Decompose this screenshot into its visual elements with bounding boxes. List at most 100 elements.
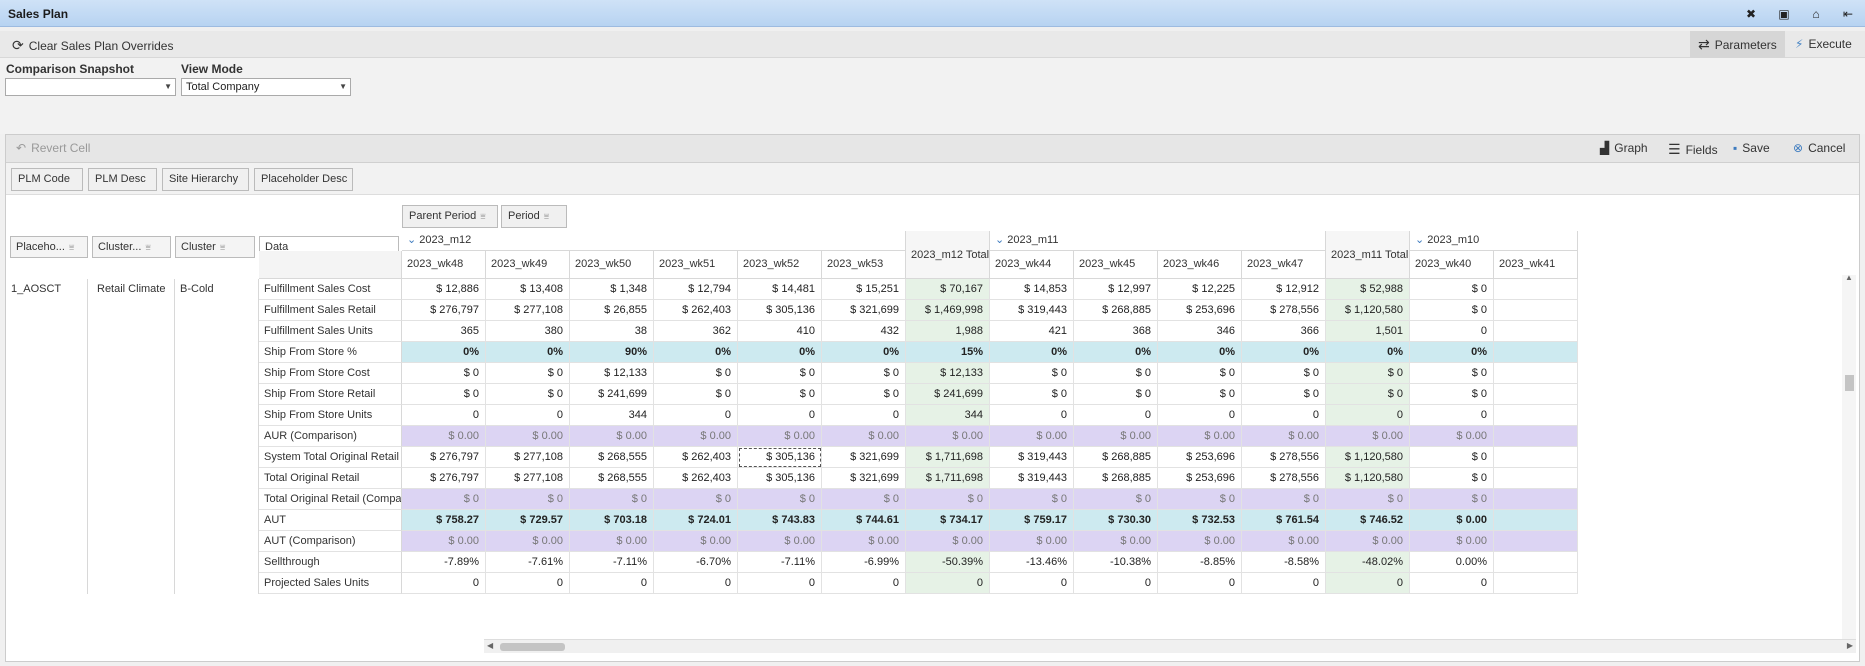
collapse-icon[interactable]: ⌄ (1415, 234, 1427, 246)
data-cell[interactable]: $ 0 (1158, 384, 1242, 405)
collapse-icon[interactable]: ⌄ (995, 234, 1007, 246)
data-cell[interactable]: $ 734.17 (906, 510, 990, 531)
data-cell[interactable]: $ 241,699 (570, 384, 654, 405)
data-cell[interactable]: $ 0.00 (654, 531, 738, 552)
data-cell[interactable]: $ 262,403 (654, 447, 738, 468)
horizontal-scrollbar[interactable]: ◀ ▶ (484, 639, 1856, 653)
data-cell[interactable]: -48.02% (1326, 552, 1410, 573)
data-cell[interactable]: $ 1,120,580 (1326, 447, 1410, 468)
data-cell[interactable]: $ 0 (486, 363, 570, 384)
data-cell[interactable]: -7.61% (486, 552, 570, 573)
data-cell[interactable]: 0 (402, 405, 486, 426)
data-cell[interactable]: $ 0.00 (654, 426, 738, 447)
data-cell[interactable]: $ 1,711,698 (906, 447, 990, 468)
data-cell[interactable]: $ 0.00 (1410, 510, 1494, 531)
data-cell[interactable]: $ 0 (906, 489, 990, 510)
data-cell[interactable]: $ 277,108 (486, 468, 570, 489)
data-cell[interactable]: 0% (990, 342, 1074, 363)
data-cell[interactable]: 346 (1158, 321, 1242, 342)
column-header-total[interactable]: 2023_m11 Total (1326, 231, 1410, 279)
data-cell[interactable] (1494, 426, 1578, 447)
data-cell[interactable]: $ 0 (1410, 384, 1494, 405)
data-cell[interactable]: 0% (402, 342, 486, 363)
scroll-right-icon[interactable]: ▶ (1847, 641, 1853, 650)
column-header[interactable]: 2023_wk41 (1494, 251, 1578, 279)
data-cell[interactable] (1494, 468, 1578, 489)
data-cell[interactable]: $ 0 (654, 384, 738, 405)
data-cell[interactable]: $ 0 (738, 489, 822, 510)
data-cell[interactable]: -7.89% (402, 552, 486, 573)
scroll-up-icon[interactable]: ▲ (1845, 273, 1853, 282)
column-header[interactable]: 2023_wk46 (1158, 251, 1242, 279)
vertical-scroll-thumb[interactable] (1845, 375, 1854, 391)
data-cell[interactable]: 0% (486, 342, 570, 363)
data-cell[interactable]: 0 (654, 573, 738, 594)
column-header[interactable]: 2023_wk48 (402, 251, 486, 279)
fields-button[interactable]: ☰ Fields (1668, 141, 1718, 158)
data-cell[interactable]: $ 0 (822, 363, 906, 384)
data-cell[interactable]: 0 (1158, 405, 1242, 426)
data-cell[interactable]: $ 0.00 (906, 426, 990, 447)
data-cell[interactable]: 380 (486, 321, 570, 342)
data-cell[interactable]: $ 732.53 (1158, 510, 1242, 531)
data-cell[interactable]: $ 0.00 (402, 531, 486, 552)
data-cell[interactable]: $ 0.00 (486, 531, 570, 552)
data-cell[interactable]: $ 15,251 (822, 279, 906, 300)
column-field-parent-period[interactable]: Parent Period ⩸ (402, 205, 498, 228)
data-cell[interactable] (1494, 510, 1578, 531)
data-cell[interactable]: 0 (906, 573, 990, 594)
data-cell[interactable]: 0.00% (1410, 552, 1494, 573)
data-cell[interactable]: $ 744.61 (822, 510, 906, 531)
data-cell[interactable]: $ 305,136 (738, 447, 822, 468)
data-cell[interactable]: $ 12,912 (1242, 279, 1326, 300)
data-cell[interactable]: 90% (570, 342, 654, 363)
data-cell[interactable] (1494, 552, 1578, 573)
data-cell[interactable] (1494, 363, 1578, 384)
filter-field-placeholder-desc[interactable]: Placeholder Desc (254, 168, 353, 191)
data-cell[interactable] (1494, 300, 1578, 321)
data-cell[interactable]: $ 321,699 (822, 468, 906, 489)
data-cell[interactable]: $ 0 (486, 384, 570, 405)
data-cell[interactable]: $ 0 (1074, 384, 1158, 405)
data-cell[interactable]: $ 743.83 (738, 510, 822, 531)
data-cell[interactable]: $ 0.00 (822, 426, 906, 447)
data-cell[interactable]: 0 (1326, 573, 1410, 594)
data-cell[interactable]: $ 0.00 (1410, 531, 1494, 552)
filter-field-site-hierarchy[interactable]: Site Hierarchy (162, 168, 249, 191)
data-cell[interactable]: -50.39% (906, 552, 990, 573)
execute-button[interactable]: ⚡ Execute (1795, 37, 1852, 51)
data-cell[interactable]: -7.11% (570, 552, 654, 573)
data-cell[interactable]: -7.11% (738, 552, 822, 573)
data-cell[interactable]: $ 0.00 (1158, 531, 1242, 552)
data-cell[interactable]: $ 268,555 (570, 468, 654, 489)
column-header[interactable]: 2023_wk53 (822, 251, 906, 279)
save-button[interactable]: ▪ Save (1733, 141, 1770, 155)
data-cell[interactable]: $ 729.57 (486, 510, 570, 531)
data-cell[interactable]: -8.85% (1158, 552, 1242, 573)
data-cell[interactable]: 0 (990, 405, 1074, 426)
data-cell[interactable]: $ 0.00 (1074, 426, 1158, 447)
pin-icon[interactable]: ⇤ (1839, 5, 1857, 23)
close-icon[interactable]: ✖ (1742, 5, 1760, 23)
data-cell[interactable]: -6.70% (654, 552, 738, 573)
data-cell[interactable]: 0 (1410, 405, 1494, 426)
data-cell[interactable] (1494, 531, 1578, 552)
data-cell[interactable]: $ 278,556 (1242, 447, 1326, 468)
data-cell[interactable]: 0 (486, 405, 570, 426)
data-cell[interactable]: $ 278,556 (1242, 468, 1326, 489)
data-cell[interactable]: 0% (738, 342, 822, 363)
data-cell[interactable]: 432 (822, 321, 906, 342)
data-cell[interactable]: 0 (1326, 405, 1410, 426)
data-cell[interactable]: $ 0.00 (1074, 531, 1158, 552)
data-cell[interactable]: 0 (990, 573, 1074, 594)
horizontal-scroll-thumb[interactable] (500, 643, 565, 651)
data-cell[interactable]: $ 0.00 (570, 531, 654, 552)
data-cell[interactable] (1494, 321, 1578, 342)
data-cell[interactable]: $ 0 (654, 363, 738, 384)
data-cell[interactable]: $ 319,443 (990, 447, 1074, 468)
data-cell[interactable]: $ 0 (1242, 489, 1326, 510)
data-cell[interactable]: $ 253,696 (1158, 447, 1242, 468)
data-cell[interactable]: $ 0 (1326, 489, 1410, 510)
data-cell[interactable]: $ 0 (1158, 363, 1242, 384)
data-cell[interactable]: $ 0.00 (486, 426, 570, 447)
